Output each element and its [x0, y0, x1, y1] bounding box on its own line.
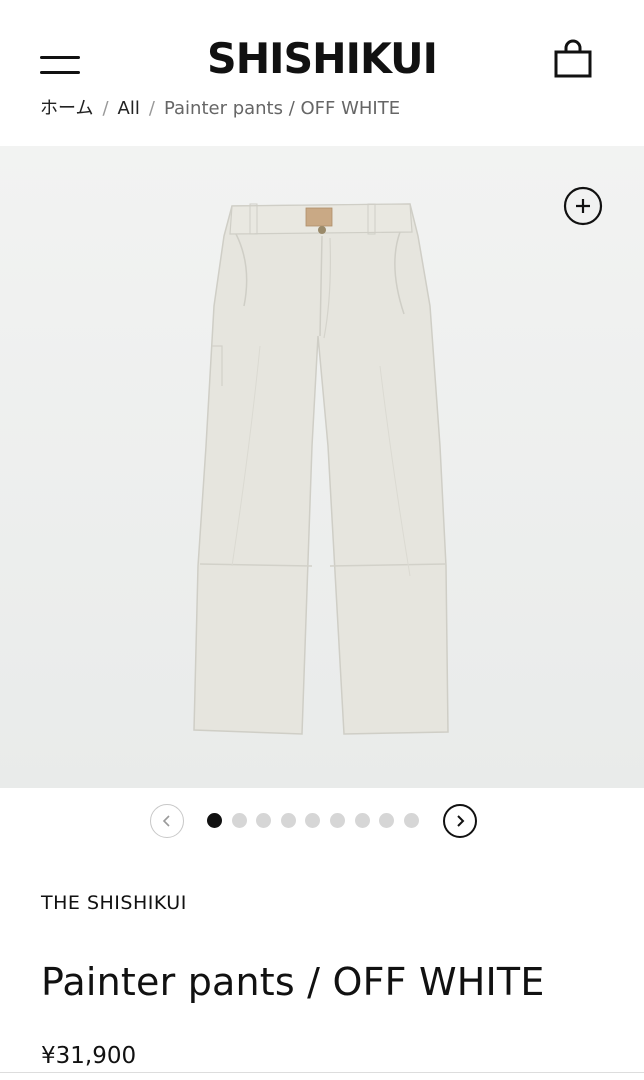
pager-dot[interactable]	[403, 813, 419, 828]
pager-dot[interactable]	[280, 813, 296, 828]
chevron-left-icon[interactable]	[150, 804, 184, 838]
breadcrumb-separator: /	[102, 98, 109, 119]
breadcrumb-home-link[interactable]: ホーム	[40, 98, 93, 119]
pager-dot[interactable]	[305, 813, 321, 828]
plus-circle-icon[interactable]	[563, 186, 603, 226]
pager-dot[interactable]	[256, 813, 272, 828]
breadcrumb-current: Painter pants / OFF WHITE	[163, 98, 401, 119]
pager-dot[interactable]	[330, 813, 345, 828]
shopping-bag-icon[interactable]	[552, 38, 594, 80]
pager-dot[interactable]	[207, 813, 222, 828]
product-vendor[interactable]: THE SHISHIKUI	[41, 892, 187, 914]
site-logo[interactable]: SHISHIKUI	[6, 34, 637, 83]
product-image-gallery[interactable]	[0, 146, 644, 788]
pager-dot[interactable]	[354, 813, 370, 828]
breadcrumb: ホーム / All / Painter pants / OFF WHITE	[40, 94, 400, 120]
pager-dot[interactable]	[231, 813, 247, 828]
product-title: Painter pants / OFF WHITE	[41, 960, 545, 1004]
divider	[0, 1072, 644, 1073]
breadcrumb-all-link[interactable]: All	[118, 98, 140, 119]
gallery-pager	[0, 800, 644, 844]
pager-dot[interactable]	[379, 813, 395, 828]
product-image	[0, 146, 644, 788]
chevron-right-icon[interactable]	[443, 804, 477, 838]
site-header: SHISHIKUI ホーム / All / Painter pants / OFF WH…	[0, 0, 644, 145]
breadcrumb-separator: /	[148, 98, 155, 119]
product-price: ¥31,900	[41, 1043, 137, 1069]
